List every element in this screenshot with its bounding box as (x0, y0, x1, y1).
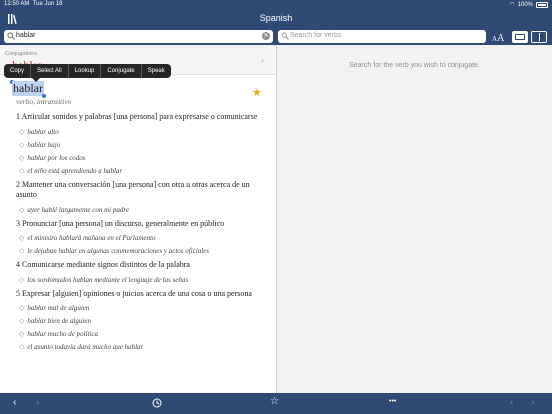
forward-icon[interactable]: › (36, 397, 39, 408)
conjugation-label: Conjugations (5, 51, 38, 57)
font-size-button[interactable]: AA (492, 33, 504, 44)
split-pane-button[interactable] (531, 31, 547, 43)
sense-5: 5 Expresar [alguien] opiniones o juicios… (16, 288, 252, 298)
status-bar: 12:50 AM Tue Jun 18 ◠ 100% (0, 0, 552, 10)
conjugation-pane: Search for the verb you wish to conjugat… (277, 45, 552, 393)
headword[interactable]: hablar (12, 81, 44, 96)
bottom-toolbar: ‹ › ☆ ••• ‹ › (0, 393, 552, 414)
nav-bar: Spanish (0, 10, 552, 29)
sense-3: 3 Pronunciar [una persona] un discurso, … (16, 218, 225, 228)
wifi-icon: ◠ (509, 2, 515, 8)
part-of-speech: verbo, intransitivo (16, 97, 72, 106)
sense-4: 4 Comunicarse mediante signos distintos … (16, 260, 190, 269)
search-icon (7, 32, 15, 40)
conjugation-hint: Search for the verb you wish to conjugat… (349, 62, 480, 69)
single-pane-button[interactable] (512, 31, 528, 43)
menu-select-all[interactable]: Select All (31, 64, 69, 78)
search-icon (281, 32, 289, 40)
sense-2: 2 Mantener una conversación [una persona… (16, 179, 250, 200)
verb-search-placeholder: Search for verbs (290, 32, 342, 39)
example: ◇ hablar alto (19, 127, 59, 136)
page-title: Spanish (259, 13, 293, 23)
next-icon[interactable]: › (531, 397, 534, 408)
example: ◇ hablar bien de alguien (19, 317, 91, 325)
context-menu-arrow (32, 78, 40, 82)
example: ◇ hablar bajo (19, 140, 61, 149)
dictionary-search-input[interactable]: hablar ✕ (4, 30, 273, 43)
example: ◇ ayer hablé largamente con mi padre (19, 205, 129, 214)
verb-search-input[interactable]: Search for verbs (278, 30, 486, 43)
example: ◇ hablar mucho de política (19, 330, 98, 338)
dictionary-entry: verbo, intransitivo 1 Articular sonidos … (16, 97, 268, 351)
battery-icon (536, 1, 548, 8)
history-icon[interactable] (152, 398, 162, 408)
menu-conjugate[interactable]: Conjugate (101, 64, 142, 78)
sense-1: 1 Articular sonidos y palabras [una pers… (16, 112, 258, 121)
context-menu: Copy Select All Lookup Conjugate Speak (4, 64, 171, 78)
battery-percent: 100% (517, 1, 533, 8)
example: ◇ el asunto todavía dará mucho que hablar (19, 343, 144, 351)
menu-copy[interactable]: Copy (4, 64, 32, 78)
clear-icon[interactable]: ✕ (262, 32, 270, 40)
example: ◇ le dejaban hablar en algunas conmemorac… (19, 247, 209, 255)
example: ◇ los sordomudos hablan mediante el lengu… (19, 275, 189, 284)
example: ◇ hablar mal de alguien (19, 304, 90, 312)
more-icon[interactable]: ••• (389, 398, 396, 405)
status-right: ◠ 100% (509, 1, 548, 8)
favorites-star-icon[interactable]: ☆ (270, 396, 279, 407)
status-time: 12:50 AM Tue Jun 18 (4, 1, 63, 7)
previous-icon[interactable]: ‹ (510, 397, 513, 408)
menu-speak[interactable]: Speak (142, 64, 171, 78)
back-icon[interactable]: ‹ (13, 397, 16, 408)
menu-lookup[interactable]: Lookup (69, 64, 102, 78)
example: ◇ hablar por los codos (19, 153, 86, 162)
chevron-right-icon: › (261, 55, 264, 65)
example: ◇ el ministro hablará mañana en el Parlam… (19, 234, 156, 242)
search-row: hablar ✕ Search for verbs (0, 29, 552, 45)
search-query: hablar (16, 32, 36, 39)
example: ◇ el niño está aprendiendo a hablar (19, 166, 123, 175)
